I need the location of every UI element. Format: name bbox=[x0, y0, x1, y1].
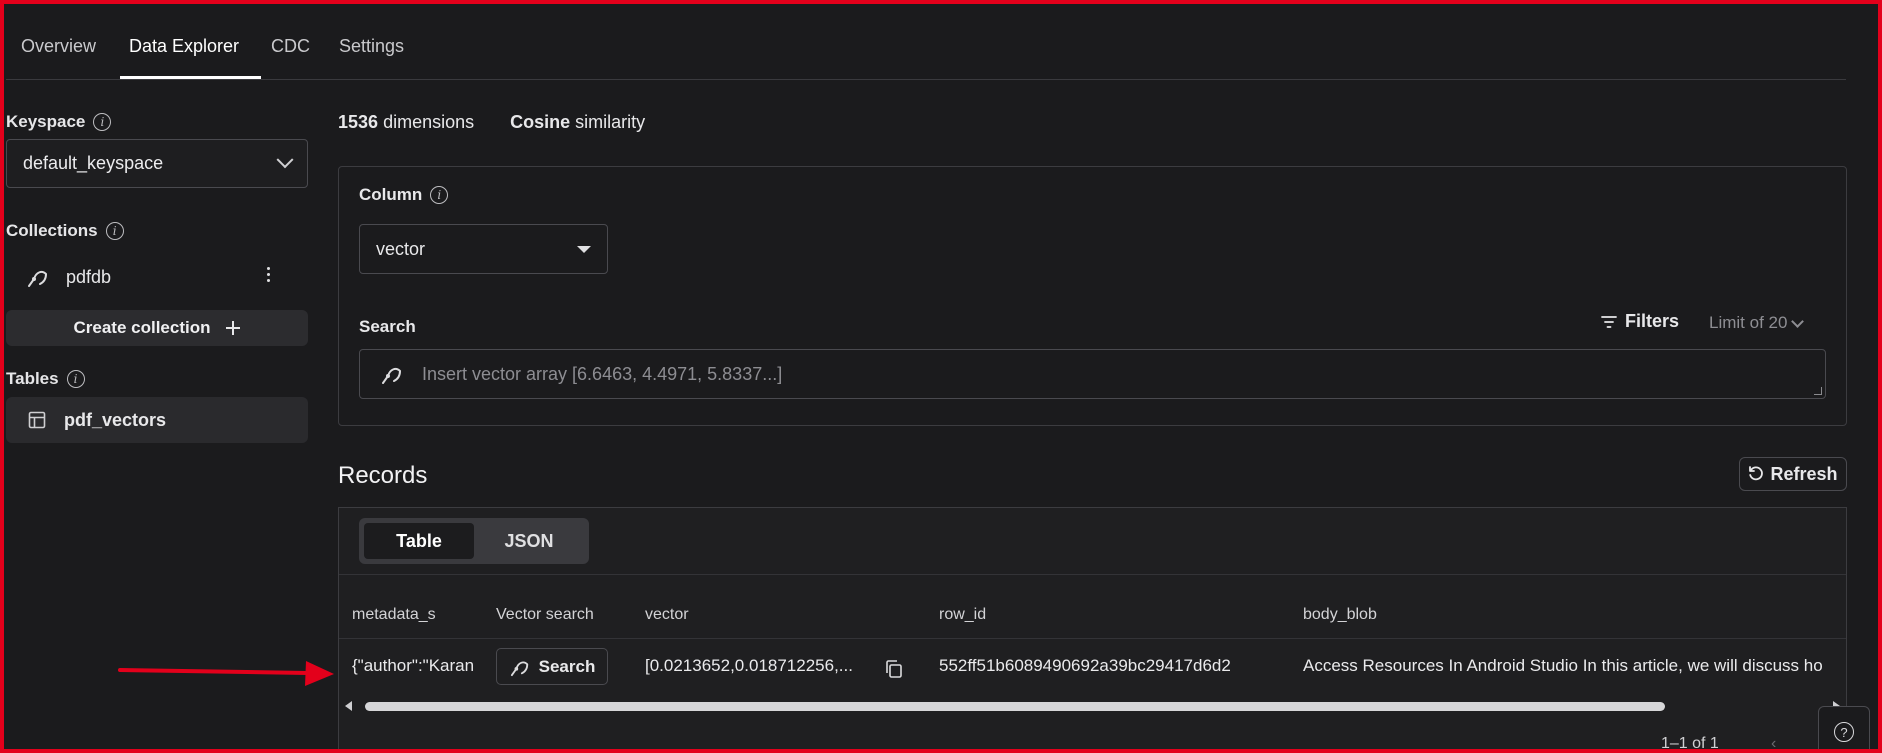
tab-settings[interactable]: Settings bbox=[339, 36, 404, 57]
keyspace-value: default_keyspace bbox=[23, 153, 164, 173]
copy-icon[interactable] bbox=[884, 659, 904, 679]
cell-metadata[interactable]: {"author":"Karan bbox=[352, 656, 484, 676]
similarity-text: similarity bbox=[575, 112, 646, 132]
refresh-icon bbox=[1749, 466, 1764, 481]
vector-search-icon bbox=[28, 270, 47, 287]
plus-icon bbox=[225, 321, 240, 335]
limit-label: Limit of 20 bbox=[1709, 313, 1788, 332]
search-placeholder: Insert vector array [6.6463, 4.4971, 5.8… bbox=[422, 363, 783, 384]
refresh-label: Refresh bbox=[1770, 463, 1838, 484]
top-tab-bar: Overview Data Explorer CDC Settings bbox=[6, 0, 1846, 80]
records-panel: Table JSON metadata_s Vector search vect… bbox=[338, 507, 1847, 753]
filters-button[interactable]: Filters bbox=[1601, 311, 1679, 332]
caret-down-icon bbox=[577, 245, 591, 253]
tab-overview[interactable]: Overview bbox=[21, 36, 96, 57]
create-collection-button[interactable]: Create collection bbox=[6, 310, 308, 346]
pagination-info: 1–1 of 1 bbox=[1661, 735, 1719, 752]
active-tab-indicator bbox=[120, 76, 261, 79]
column-heading: Column i bbox=[359, 185, 449, 205]
info-icon[interactable]: i bbox=[430, 186, 449, 204]
create-collection-label: Create collection bbox=[73, 318, 211, 337]
dimensions-text: dimensions bbox=[383, 112, 475, 132]
chevron-down-icon bbox=[276, 150, 294, 168]
help-button[interactable]: ? bbox=[1818, 706, 1870, 753]
resize-handle[interactable] bbox=[1814, 387, 1822, 395]
vector-info: 1536 dimensions Cosine similarity bbox=[338, 112, 645, 133]
divider bbox=[339, 638, 1846, 639]
help-icon: ? bbox=[1834, 722, 1854, 742]
annotation-arrow-icon bbox=[118, 661, 334, 686]
collection-item-pdfdb[interactable]: pdfdb bbox=[6, 257, 308, 297]
tab-cdc[interactable]: CDC bbox=[271, 36, 310, 57]
dimensions-value: 1536 bbox=[338, 112, 379, 132]
vector-search-input[interactable]: Insert vector array [6.6463, 4.4971, 5.8… bbox=[359, 349, 1826, 399]
collections-label: Collections bbox=[6, 221, 98, 240]
filters-label: Filters bbox=[1625, 311, 1680, 331]
divider bbox=[339, 574, 1846, 575]
search-label: Search bbox=[359, 317, 416, 336]
vector-search-panel: Column i vector Search Filters Limit of … bbox=[338, 166, 1847, 426]
similarity-value: Cosine bbox=[510, 112, 571, 132]
row-vector-search-button[interactable]: Search bbox=[496, 648, 608, 685]
toggle-json[interactable]: JSON bbox=[474, 523, 584, 559]
keyspace-heading: Keyspace i bbox=[6, 112, 112, 132]
column-header-vector-search[interactable]: Vector search bbox=[496, 606, 594, 624]
keyspace-select[interactable]: default_keyspace bbox=[6, 139, 308, 188]
vector-search-icon bbox=[510, 661, 528, 676]
scroll-left-arrow-icon[interactable] bbox=[345, 701, 352, 711]
info-icon[interactable]: i bbox=[93, 113, 112, 131]
row-vector-search-label: Search bbox=[538, 656, 596, 676]
collection-name: pdfdb bbox=[66, 266, 112, 287]
tables-heading: Tables i bbox=[6, 369, 85, 389]
cell-row-id[interactable]: 552ff51b6089490692a39bc29417d6d2 bbox=[939, 656, 1279, 676]
more-options-icon[interactable] bbox=[263, 265, 274, 284]
column-header-metadata[interactable]: metadata_s bbox=[352, 606, 436, 624]
column-label: Column bbox=[359, 185, 423, 204]
info-icon[interactable]: i bbox=[105, 222, 124, 240]
info-icon[interactable]: i bbox=[66, 370, 85, 388]
cell-body-blob[interactable]: Access Resources In Android Studio In th… bbox=[1303, 656, 1834, 676]
collections-heading: Collections i bbox=[6, 221, 124, 241]
column-header-body-blob[interactable]: body_blob bbox=[1303, 606, 1377, 624]
vector-search-icon bbox=[382, 367, 401, 384]
view-toggle: Table JSON bbox=[359, 518, 589, 564]
records-title: Records bbox=[338, 462, 428, 489]
table-icon bbox=[28, 411, 46, 429]
filter-icon bbox=[1601, 315, 1617, 328]
tab-data-explorer[interactable]: Data Explorer bbox=[129, 36, 239, 57]
prev-page-icon[interactable]: ‹ bbox=[1771, 735, 1776, 753]
refresh-button[interactable]: Refresh bbox=[1739, 457, 1847, 491]
column-select[interactable]: vector bbox=[359, 224, 608, 274]
table-item-pdf-vectors[interactable]: pdf_vectors bbox=[6, 397, 308, 443]
horizontal-scrollbar[interactable] bbox=[345, 699, 1840, 713]
column-header-row-id[interactable]: row_id bbox=[939, 606, 986, 624]
table-name: pdf_vectors bbox=[64, 409, 167, 430]
column-header-vector[interactable]: vector bbox=[645, 606, 689, 624]
scrollbar-thumb[interactable] bbox=[365, 702, 1665, 711]
toggle-table[interactable]: Table bbox=[364, 523, 474, 559]
chevron-down-icon bbox=[1791, 314, 1805, 328]
tables-label: Tables bbox=[6, 369, 59, 388]
limit-select[interactable]: Limit of 20 bbox=[1709, 313, 1805, 333]
cell-vector[interactable]: [0.0213652,0.018712256,... bbox=[645, 656, 873, 676]
column-value: vector bbox=[376, 238, 426, 259]
keyspace-label: Keyspace bbox=[6, 112, 86, 131]
